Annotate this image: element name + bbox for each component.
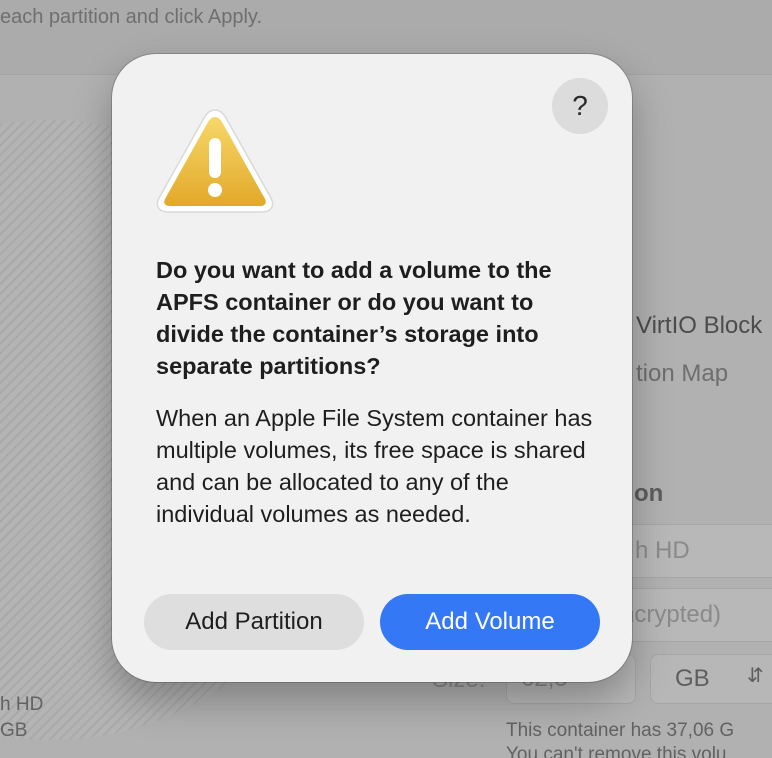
add-partition-button[interactable]: Add Partition xyxy=(144,594,364,650)
device-info-text: VirtIO Block xyxy=(636,312,763,339)
partition-section-heading: on xyxy=(634,480,664,507)
scheme-info-text: tion Map xyxy=(636,360,729,387)
warning-icon xyxy=(156,109,274,213)
dialog-title: Do you want to add a volume to the APFS … xyxy=(156,257,552,379)
dialog-message: When an Apple File System container has … xyxy=(156,405,593,527)
container-note-line1: This container has 37,06 G xyxy=(506,720,735,741)
add-volume-button[interactable]: Add Volume xyxy=(380,594,600,650)
up-down-chevron-icon: ⇵ xyxy=(747,665,764,687)
size-unit-popup[interactable]: GB ⇵ xyxy=(650,654,772,704)
container-note-line2: You can't remove this volu xyxy=(506,744,727,758)
disk-size-label: GB xyxy=(0,720,28,741)
disk-name-label: h HD xyxy=(0,694,44,715)
alert-dialog: ? Do you want to add a volume to the APF… xyxy=(112,54,632,682)
instruction-text: each partition and click Apply. xyxy=(0,6,263,28)
help-button[interactable]: ? xyxy=(552,78,608,134)
